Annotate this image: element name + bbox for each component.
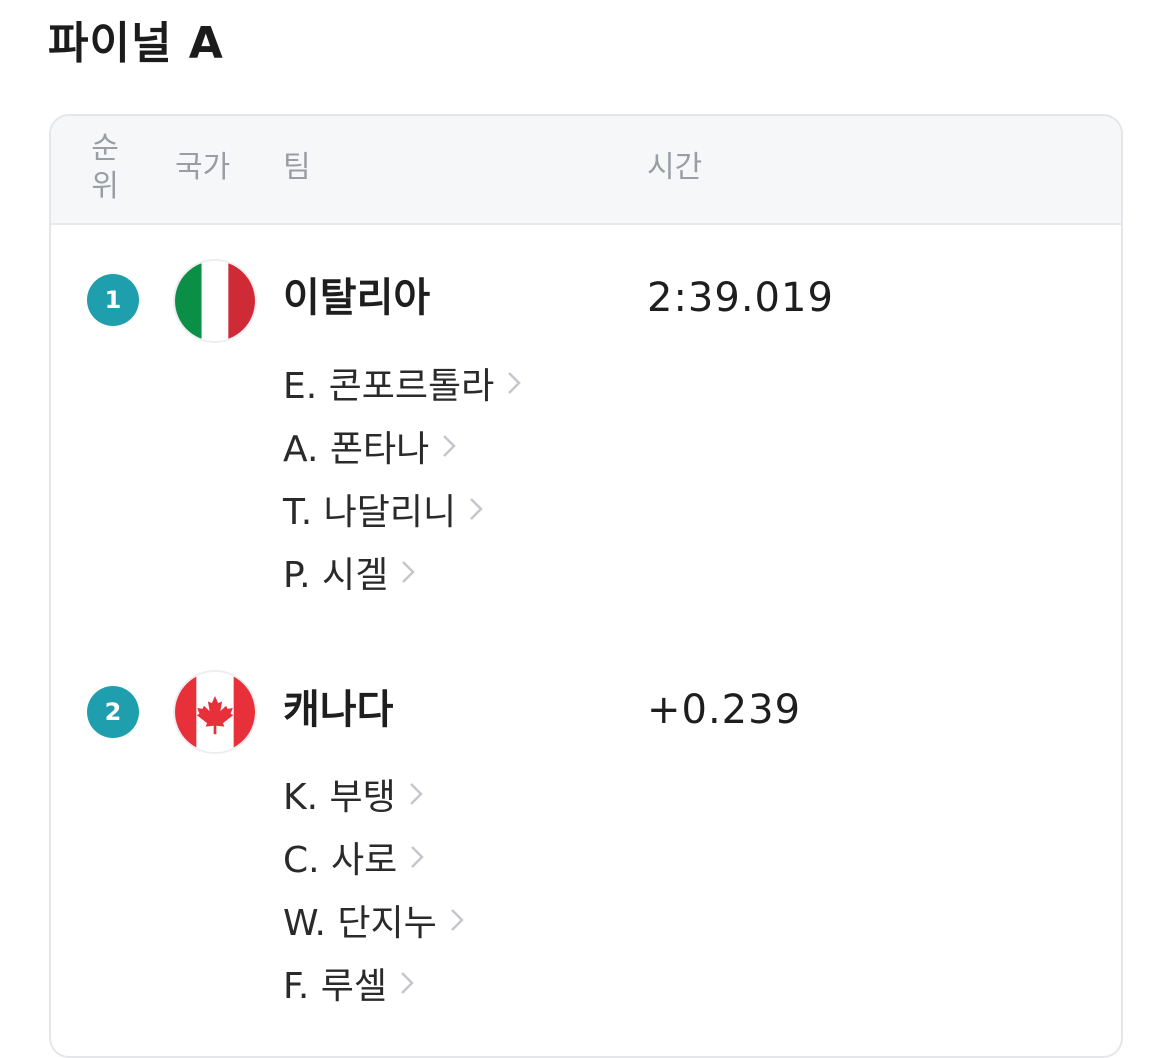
- team-name: 캐나다: [283, 687, 394, 733]
- italy-flag-icon: [173, 259, 257, 343]
- rank-badge: 1: [87, 274, 139, 326]
- team-time: +0.239: [647, 687, 802, 733]
- athlete-link[interactable]: W. 단지누: [283, 888, 469, 951]
- athlete-list: K. 부탱 C. 사로 W. 단지누 F. 루셀: [283, 762, 469, 1014]
- chevron-right-icon: [450, 908, 464, 931]
- athlete-link[interactable]: P. 시겔: [283, 540, 526, 603]
- rank-badge: 2: [87, 686, 139, 738]
- athlete-link[interactable]: T. 나달리니: [283, 477, 526, 540]
- athlete-name: C. 사로: [283, 839, 398, 881]
- athlete-link[interactable]: F. 루셀: [283, 951, 469, 1014]
- header-country: 국가: [175, 150, 231, 185]
- chevron-right-icon: [411, 845, 425, 868]
- athlete-name: T. 나달리니: [283, 491, 457, 533]
- athlete-link[interactable]: A. 폰타나: [283, 414, 526, 477]
- canada-flag-icon: [173, 670, 257, 754]
- chevron-right-icon: [409, 782, 423, 805]
- header-team: 팀: [283, 150, 311, 185]
- chevron-right-icon: [470, 497, 483, 520]
- header-rank: 순 위: [91, 131, 119, 204]
- table-header: 순 위 국가 팀 시간: [51, 116, 1121, 225]
- chevron-right-icon: [443, 434, 457, 457]
- athlete-link[interactable]: K. 부탱: [283, 762, 469, 825]
- chevron-right-icon: [401, 971, 414, 994]
- team-time: 2:39.019: [647, 275, 834, 321]
- header-time: 시간: [647, 150, 703, 185]
- page-title: 파이널 A: [48, 18, 224, 69]
- results-table: 순 위 국가 팀 시간 1 이탈리아 2:39.019 E. 콘포르톨라 A. …: [49, 114, 1123, 1058]
- athlete-name: A. 폰타나: [283, 428, 430, 470]
- athlete-link[interactable]: E. 콘포르톨라: [283, 351, 526, 414]
- chevron-right-icon: [402, 560, 416, 583]
- team-name: 이탈리아: [283, 275, 431, 321]
- athlete-name: K. 부탱: [283, 776, 396, 818]
- athlete-name: P. 시겔: [283, 554, 389, 596]
- chevron-right-icon: [508, 371, 522, 394]
- athlete-name: F. 루셀: [283, 965, 388, 1007]
- athlete-name: E. 콘포르톨라: [283, 365, 495, 407]
- athlete-link[interactable]: C. 사로: [283, 825, 469, 888]
- athlete-name: W. 단지누: [283, 902, 437, 944]
- athlete-list: E. 콘포르톨라 A. 폰타나 T. 나달리니 P. 시겔: [283, 351, 526, 603]
